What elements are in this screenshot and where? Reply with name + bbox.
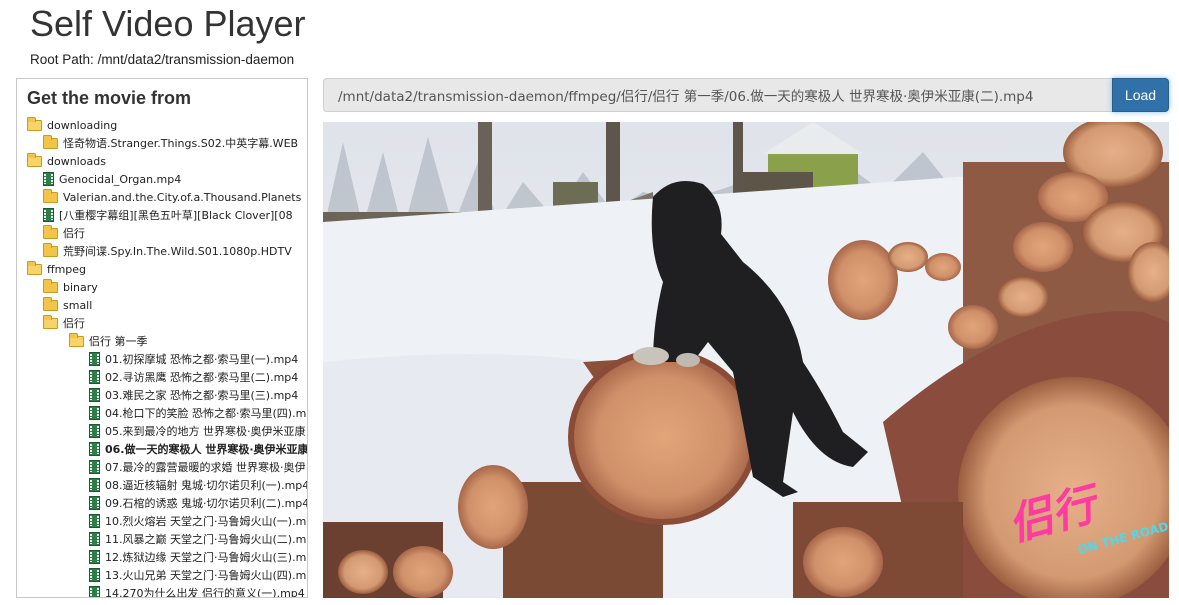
tree-file[interactable]: 10.烈火熔岩 天堂之门·马鲁姆火山(一).mp4 xyxy=(17,512,307,530)
tree-item-label: 侣行 第一季 xyxy=(89,335,148,348)
film-icon xyxy=(89,352,100,366)
folder-open-icon xyxy=(27,116,42,131)
tree-file[interactable]: 09.石棺的诱惑 鬼城·切尔诺贝利(二).mp4 xyxy=(17,494,307,512)
tree-item-label: 侣行 xyxy=(63,227,85,240)
path-bar xyxy=(323,78,1112,112)
film-icon xyxy=(89,424,100,438)
tree-file[interactable]: 05.来到最冷的地方 世界寒极·奥伊米亚康 xyxy=(17,422,307,440)
tree-folder[interactable]: downloading xyxy=(17,116,307,134)
tree-folder[interactable]: 侣行 第一季 xyxy=(17,332,307,350)
film-icon xyxy=(89,514,100,528)
tree-file[interactable]: 08.逼近核辐射 鬼城·切尔诺贝利(一).mp4 xyxy=(17,476,307,494)
root-path: Root Path: /mnt/data2/transmission-daemo… xyxy=(30,52,294,67)
tree-file[interactable]: 13.火山兄弟 天堂之门·马鲁姆火山(四).mp4 xyxy=(17,566,307,584)
tree-file[interactable]: 03.难民之家 恐怖之都·索马里(三).mp4 xyxy=(17,386,307,404)
film-icon xyxy=(89,406,100,420)
tree-folder[interactable]: 侣行 xyxy=(17,314,307,332)
tree-item-label: small xyxy=(63,298,93,312)
tree-file[interactable]: [八重樱字幕组][黑色五叶草][Black Clover][08 xyxy=(17,206,307,224)
tree-folder[interactable]: small xyxy=(17,296,307,314)
tree-item-label: 10.烈火熔岩 天堂之门·马鲁姆火山(一).mp4 xyxy=(105,515,307,528)
tree-item-label: Valerian.and.the.City.of.a.Thousand.Plan… xyxy=(63,190,302,204)
tree-heading: Get the movie from xyxy=(27,88,192,108)
film-icon xyxy=(43,172,54,186)
film-icon xyxy=(89,442,100,456)
video-player[interactable]: 侣行 ON THE ROAD xyxy=(323,122,1169,598)
film-icon xyxy=(43,208,54,222)
root-path-label: Root Path: xyxy=(30,52,94,67)
tree-folder[interactable]: binary xyxy=(17,278,307,296)
film-icon xyxy=(89,568,100,582)
tree-item-label: 12.炼狱边缘 天堂之门·马鲁姆火山(三).mp4 xyxy=(105,551,307,564)
film-icon xyxy=(89,550,100,564)
film-icon xyxy=(89,388,100,402)
tree-item-label: 11.风暴之巅 天堂之门·马鲁姆火山(二).mp4 xyxy=(105,533,307,546)
tree-folder[interactable]: 侣行 xyxy=(17,224,307,242)
tree-item-label: 02.寻访黑鹰 恐怖之都·索马里(二).mp4 xyxy=(105,371,299,384)
tree-file[interactable]: 04.枪口下的笑脸 恐怖之都·索马里(四).mp4 xyxy=(17,404,307,422)
tree-item-label: ffmpeg xyxy=(47,262,87,276)
tree-item-label: 08.逼近核辐射 鬼城·切尔诺贝利(一).mp4 xyxy=(105,479,307,492)
tree-item-label: 06.做一天的寒极人 世界寒极·奥伊米亚康 xyxy=(105,443,307,456)
tree-folder[interactable]: 怪奇物语.Stranger.Things.S02.中英字幕.WEB xyxy=(17,134,307,152)
tree-item-label: 13.火山兄弟 天堂之门·马鲁姆火山(四).mp4 xyxy=(105,569,307,582)
tree-item-label: downloading xyxy=(47,118,118,132)
film-icon xyxy=(89,532,100,546)
tree-folder[interactable]: ffmpeg xyxy=(17,260,307,278)
folder-icon xyxy=(43,242,58,257)
tree-item-label: 05.来到最冷的地方 世界寒极·奥伊米亚康 xyxy=(105,425,306,438)
app-title: Self Video Player xyxy=(30,3,306,44)
film-icon xyxy=(89,460,100,474)
tree-item-label: Genocidal_Organ.mp4 xyxy=(59,172,182,186)
tree-file[interactable]: 01.初探摩城 恐怖之都·索马里(一).mp4 xyxy=(17,350,307,368)
folder-icon xyxy=(43,296,58,311)
tree-item-label: 荒野间谍.Spy.In.The.Wild.S01.1080p.HDTV xyxy=(63,245,292,258)
tree-file[interactable]: 02.寻访黑鹰 恐怖之都·索马里(二).mp4 xyxy=(17,368,307,386)
video-frame-image: 侣行 ON THE ROAD xyxy=(323,122,1169,598)
tree-file[interactable]: 11.风暴之巅 天堂之门·马鲁姆火山(二).mp4 xyxy=(17,530,307,548)
file-tree-panel: Get the movie from downloading 怪奇物语.Stran… xyxy=(16,78,308,598)
film-icon xyxy=(89,478,100,492)
tree-item-label: 03.难民之家 恐怖之都·索马里(三).mp4 xyxy=(105,389,299,402)
tree-folder[interactable]: downloads xyxy=(17,152,307,170)
film-icon xyxy=(89,370,100,384)
folder-icon xyxy=(43,278,58,293)
tree-folder[interactable]: Valerian.and.the.City.of.a.Thousand.Plan… xyxy=(17,188,307,206)
folder-open-icon xyxy=(43,314,58,329)
load-button[interactable]: Load xyxy=(1112,78,1169,112)
folder-open-icon xyxy=(27,260,42,275)
tree-item-label: 04.枪口下的笑脸 恐怖之都·索马里(四).mp4 xyxy=(105,407,307,420)
tree-file[interactable]: 12.炼狱边缘 天堂之门·马鲁姆火山(三).mp4 xyxy=(17,548,307,566)
tree-item-label: 14.270为什么出发 侣行的意义(一).mp4 xyxy=(105,587,305,598)
video-path-input[interactable] xyxy=(323,78,1112,112)
film-icon xyxy=(89,496,100,510)
tree-item-label: 07.最冷的露营最暖的求婚 世界寒极·奥伊 xyxy=(105,461,306,474)
tree-file[interactable]: 07.最冷的露营最暖的求婚 世界寒极·奥伊 xyxy=(17,458,307,476)
tree-item-label: 09.石棺的诱惑 鬼城·切尔诺贝利(二).mp4 xyxy=(105,497,307,510)
tree-item-label: binary xyxy=(63,280,98,294)
folder-icon xyxy=(43,134,58,149)
tree-item-label: downloads xyxy=(47,154,106,168)
folder-open-icon xyxy=(27,152,42,167)
tree-folder[interactable]: 荒野间谍.Spy.In.The.Wild.S01.1080p.HDTV xyxy=(17,242,307,260)
tree-item-label: 01.初探摩城 恐怖之都·索马里(一).mp4 xyxy=(105,353,299,366)
tree-file[interactable]: 06.做一天的寒极人 世界寒极·奥伊米亚康 xyxy=(17,440,307,458)
file-tree: downloading 怪奇物语.Stranger.Things.S02.中英字幕… xyxy=(17,116,307,598)
folder-icon xyxy=(43,224,58,239)
tree-item-label: 侣行 xyxy=(63,317,85,330)
tree-item-label: [八重樱字幕组][黑色五叶草][Black Clover][08 xyxy=(59,209,293,222)
tree-file[interactable]: 14.270为什么出发 侣行的意义(一).mp4 xyxy=(17,584,307,598)
root-path-value: /mnt/data2/transmission-daemon xyxy=(97,52,295,67)
folder-icon xyxy=(43,188,58,203)
folder-open-icon xyxy=(69,332,84,347)
tree-item-label: 怪奇物语.Stranger.Things.S02.中英字幕.WEB xyxy=(63,137,299,150)
tree-file[interactable]: Genocidal_Organ.mp4 xyxy=(17,170,307,188)
film-icon xyxy=(89,586,100,597)
